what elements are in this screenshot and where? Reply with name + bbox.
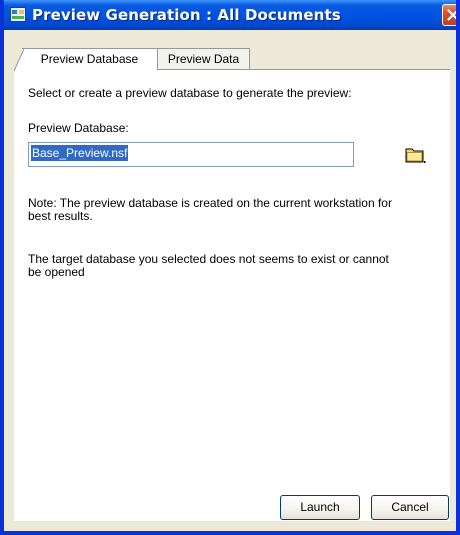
error-line-1: The target database you selected does no… [28, 252, 389, 266]
tab-edge [14, 49, 24, 71]
window-title: Preview Generation : All Documents [32, 6, 341, 24]
folder-icon [405, 148, 426, 163]
title-bar[interactable]: Preview Generation : All Documents [4, 0, 456, 30]
instruction-text: Select or create a preview database to g… [28, 86, 352, 100]
preview-generation-icon [10, 7, 26, 22]
close-button[interactable] [442, 4, 456, 26]
tab-preview-database-label: Preview Database [40, 52, 139, 66]
browse-folder-button[interactable] [404, 145, 426, 165]
tab-preview-database[interactable]: Preview Database [14, 48, 158, 71]
tab-panel: Select or create a preview database to g… [14, 69, 450, 521]
cancel-button[interactable]: Cancel [371, 495, 449, 520]
note-line-1: Note: The preview database is created on… [28, 196, 392, 210]
preview-database-input[interactable]: Base_Preview.nsf [28, 142, 354, 167]
dialog-window: Preview Generation : All Documents Previ… [0, 0, 460, 535]
preview-database-value: Base_Preview.nsf [31, 145, 129, 161]
close-icon [447, 9, 456, 21]
launch-button[interactable]: Launch [280, 495, 360, 520]
preview-database-label: Preview Database: [28, 121, 129, 135]
note-line-2: best results. [28, 209, 93, 223]
tab-preview-data[interactable]: Preview Data [158, 48, 250, 69]
tab-preview-data-label: Preview Data [167, 52, 240, 66]
error-line-2: be opened [28, 265, 85, 279]
